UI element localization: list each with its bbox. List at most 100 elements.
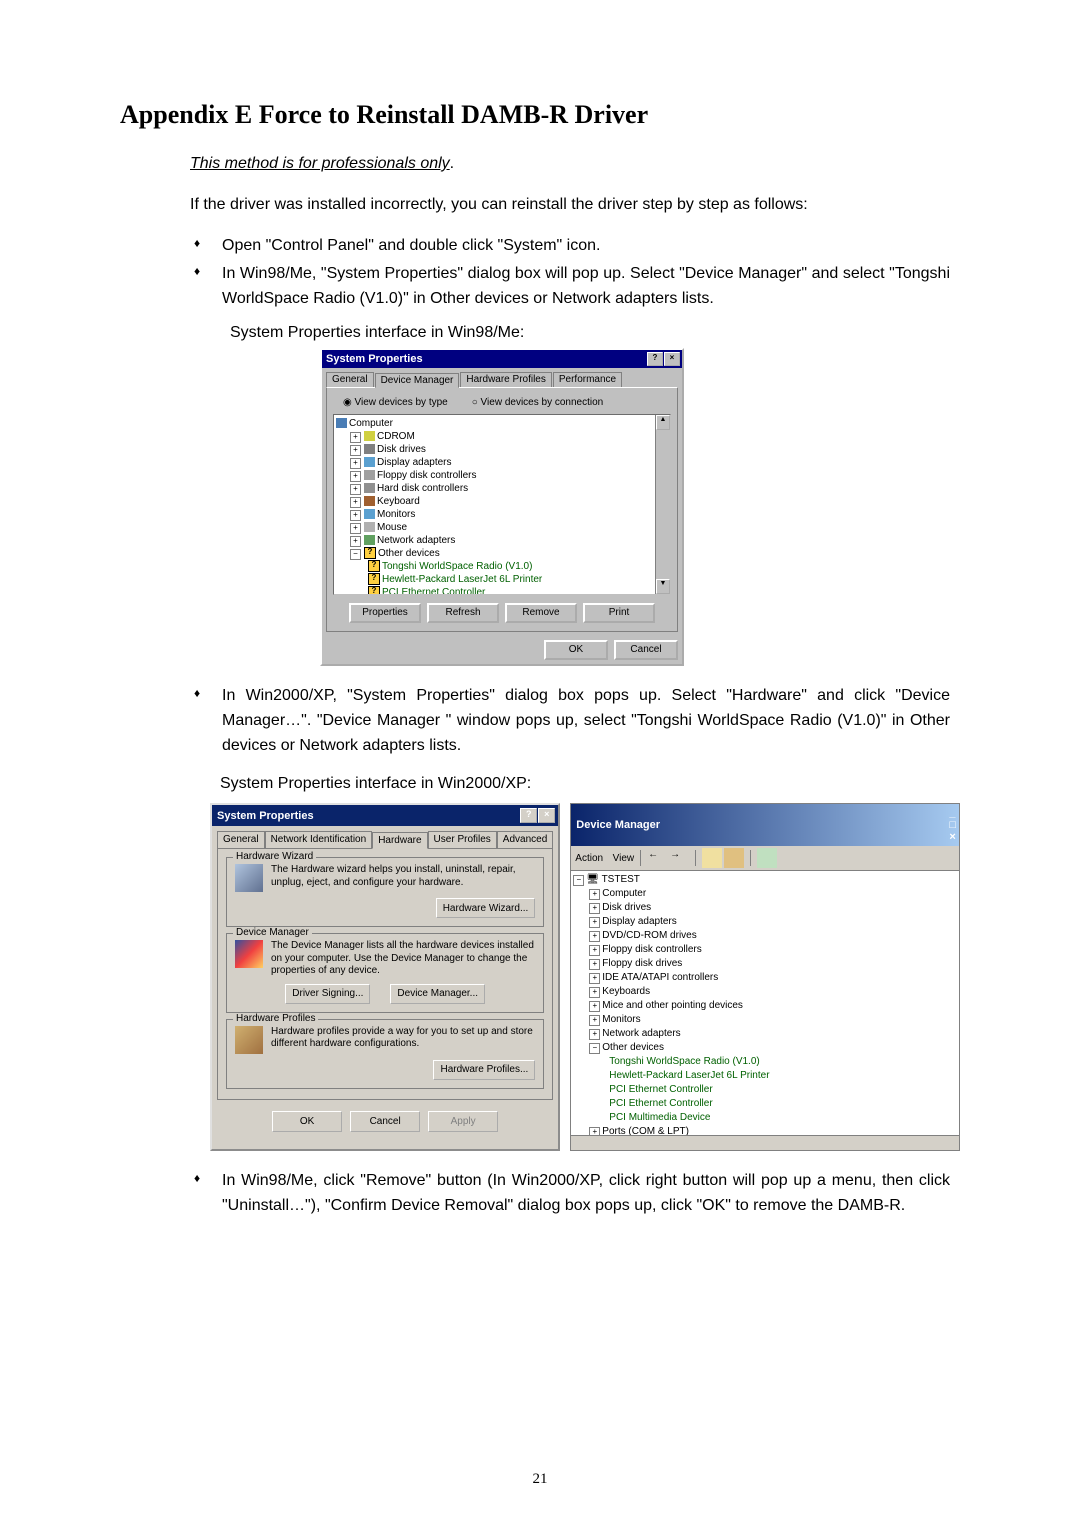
tab-performance[interactable]: Performance [553, 372, 622, 387]
expand-icon[interactable]: + [589, 973, 600, 984]
tree-other-pci1[interactable]: PCI Ethernet Controller [609, 1084, 712, 1095]
page-title: Appendix E Force to Reinstall DAMB-R Dri… [120, 100, 960, 130]
tab-hardware[interactable]: Hardware [372, 832, 427, 849]
hardware-profiles-button[interactable]: Hardware Profiles... [433, 1060, 535, 1080]
tab-network-id[interactable]: Network Identification [265, 831, 373, 848]
dm-device-tree[interactable]: −🖥 TSTEST +Computer +Disk drives +Displa… [571, 871, 959, 1135]
expand-icon[interactable]: + [350, 471, 361, 482]
intro-note-text: This method is for professionals only [190, 155, 450, 172]
close-button[interactable]: × [664, 352, 680, 366]
tree-display[interactable]: Display adapters [602, 916, 676, 927]
scrollbar[interactable]: ▲ ▼ [655, 415, 670, 594]
radio-view-by-connection[interactable]: ○ View devices by connection [472, 397, 604, 408]
tab-device-manager[interactable]: Device Manager [375, 373, 460, 388]
expand-icon[interactable]: + [350, 497, 361, 508]
ok-button[interactable]: OK [272, 1111, 342, 1132]
ok-button[interactable]: OK [544, 640, 608, 660]
tree-mice[interactable]: Mice and other pointing devices [602, 1000, 743, 1011]
maximize-button[interactable]: □ [949, 819, 956, 831]
toolbar-icon[interactable] [724, 848, 744, 868]
cdrom-icon [364, 431, 375, 441]
expand-icon[interactable]: + [589, 931, 600, 942]
tree-computer[interactable]: Computer [602, 888, 646, 899]
help-button[interactable]: ? [520, 808, 537, 823]
expand-icon[interactable]: + [350, 536, 361, 547]
expand-icon[interactable]: + [350, 523, 361, 534]
expand-icon[interactable]: + [589, 945, 600, 956]
forward-icon[interactable]: → [669, 848, 689, 868]
collapse-icon[interactable]: − [573, 875, 584, 886]
device-manager-button[interactable]: Device Manager... [390, 984, 485, 1004]
collapse-icon[interactable]: − [589, 1043, 600, 1054]
remove-button[interactable]: Remove [505, 603, 577, 623]
intro-text: If the driver was installed incorrectly,… [190, 193, 950, 218]
toolbar-icon[interactable] [702, 848, 722, 868]
xp-tab-content: Hardware Wizard The Hardware wizard help… [217, 848, 553, 1100]
close-button[interactable]: × [538, 808, 555, 823]
menu-view[interactable]: View [613, 853, 635, 864]
tree-display: Display adapters [377, 457, 451, 468]
tab-user-profiles[interactable]: User Profiles [428, 831, 497, 848]
expand-icon[interactable]: + [350, 445, 361, 456]
scroll-down-icon[interactable]: ▼ [656, 579, 670, 594]
expand-icon[interactable]: + [350, 510, 361, 521]
cancel-button[interactable]: Cancel [614, 640, 678, 660]
tree-other-pci2[interactable]: PCI Ethernet Controller [609, 1098, 712, 1109]
tab-general[interactable]: General [326, 372, 374, 387]
cancel-button[interactable]: Cancel [350, 1111, 420, 1132]
tree-dvd[interactable]: DVD/CD-ROM drives [602, 930, 696, 941]
help-button[interactable]: ? [647, 352, 663, 366]
back-icon[interactable]: ← [647, 848, 667, 868]
dm-titlebar: Device Manager _ □ × [571, 804, 959, 846]
expand-icon[interactable]: + [589, 903, 600, 914]
win98-device-tree[interactable]: Computer +CDROM +Disk drives +Display ad… [333, 414, 671, 595]
radio-view-by-type[interactable]: ◉ View devices by type [343, 397, 448, 408]
expand-icon[interactable]: + [589, 959, 600, 970]
win98-button-row: Properties Refresh Remove Print [333, 595, 671, 625]
expand-icon[interactable]: + [589, 917, 600, 928]
tree-network[interactable]: Network adapters [602, 1028, 680, 1039]
expand-icon[interactable]: + [350, 484, 361, 495]
expand-icon[interactable]: + [589, 1127, 600, 1135]
tree-other-hp[interactable]: Hewlett-Packard LaserJet 6L Printer [382, 574, 542, 585]
scroll-up-icon[interactable]: ▲ [656, 415, 670, 430]
tree-other-pci3[interactable]: PCI Multimedia Device [609, 1112, 710, 1123]
radio-view-by-connection-label: View devices by connection [481, 397, 604, 408]
tree-ide[interactable]: IDE ATA/ATAPI controllers [602, 972, 718, 983]
tab-advanced[interactable]: Advanced [497, 831, 553, 848]
tree-root: TSTEST [602, 874, 640, 885]
properties-icon[interactable] [757, 848, 777, 868]
expand-icon[interactable]: + [589, 987, 600, 998]
print-button[interactable]: Print [583, 603, 655, 623]
tree-monitors[interactable]: Monitors [602, 1014, 640, 1025]
tree-other-hp[interactable]: Hewlett-Packard LaserJet 6L Printer [609, 1070, 769, 1081]
expand-icon[interactable]: + [589, 1015, 600, 1026]
tree-disk[interactable]: Disk drives [602, 902, 651, 913]
driver-signing-button[interactable]: Driver Signing... [285, 984, 370, 1004]
tree-floppy-ctrl[interactable]: Floppy disk controllers [602, 944, 701, 955]
expand-icon[interactable]: + [589, 1029, 600, 1040]
expand-icon[interactable]: + [350, 432, 361, 443]
tab-hardware-profiles[interactable]: Hardware Profiles [460, 372, 551, 387]
tree-monitors: Monitors [377, 509, 415, 520]
tree-floppy-drives[interactable]: Floppy disk drives [602, 958, 682, 969]
hardware-profiles-group: Hardware Profiles Hardware profiles prov… [226, 1019, 544, 1089]
expand-icon[interactable]: + [350, 458, 361, 469]
close-button[interactable]: × [949, 831, 956, 843]
refresh-button[interactable]: Refresh [427, 603, 499, 623]
minimize-button[interactable]: _ [949, 807, 956, 819]
tree-other[interactable]: Other devices [602, 1042, 664, 1053]
tree-other-tongshi[interactable]: Tongshi WorldSpace Radio (V1.0) [609, 1056, 759, 1067]
hardware-wizard-button[interactable]: Hardware Wizard... [436, 898, 536, 918]
tree-ports[interactable]: Ports (COM & LPT) [602, 1126, 689, 1135]
properties-button[interactable]: Properties [349, 603, 421, 623]
collapse-icon[interactable]: − [350, 549, 361, 560]
tab-general[interactable]: General [217, 831, 265, 848]
tree-other-pci1[interactable]: PCI Ethernet Controller [382, 587, 485, 595]
tree-disk: Disk drives [377, 444, 426, 455]
tree-other-tongshi[interactable]: Tongshi WorldSpace Radio (V1.0) [382, 561, 532, 572]
menu-action[interactable]: Action [575, 853, 603, 864]
tree-keyboards[interactable]: Keyboards [602, 986, 650, 997]
expand-icon[interactable]: + [589, 1001, 600, 1012]
expand-icon[interactable]: + [589, 889, 600, 900]
